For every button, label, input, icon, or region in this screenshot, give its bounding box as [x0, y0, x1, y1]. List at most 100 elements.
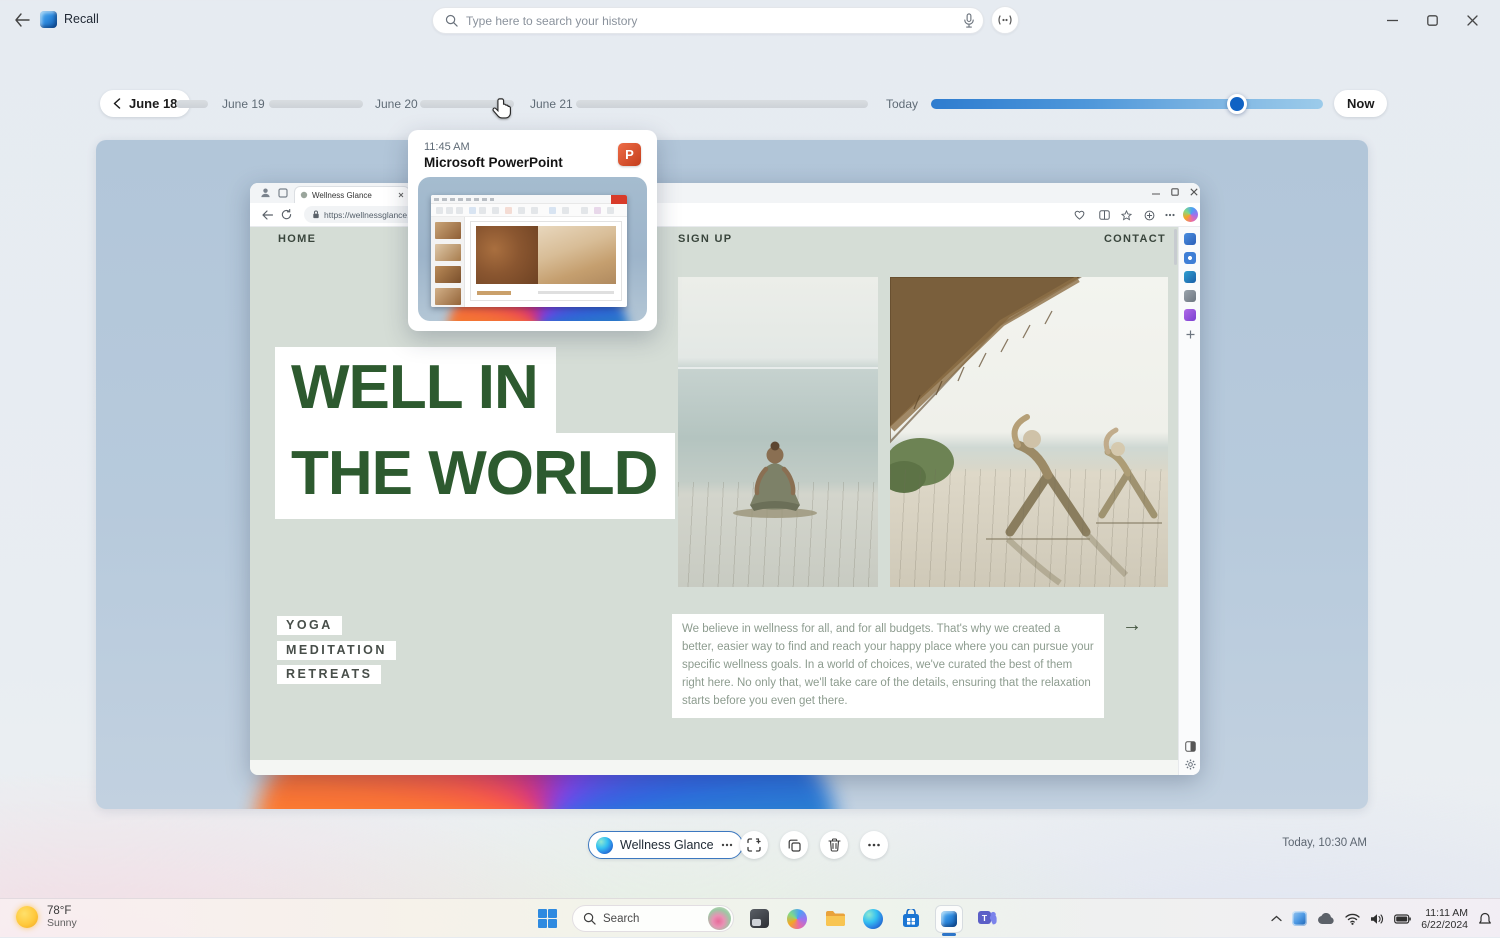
start-button[interactable]: [534, 906, 560, 932]
timeline-slider-thumb[interactable]: [1227, 94, 1247, 114]
preview-app-name: Microsoft PowerPoint: [424, 155, 563, 170]
sidebar-settings-gear-icon[interactable]: [1185, 759, 1196, 770]
battery-icon[interactable]: [1394, 913, 1412, 924]
timeline-scroll-button[interactable]: [991, 6, 1019, 34]
delete-button[interactable]: [820, 831, 848, 859]
close-button[interactable]: [1452, 0, 1492, 40]
preview-time: 11:45 AM: [424, 141, 470, 153]
source-app-label: Wellness Glance: [620, 838, 714, 852]
app-title: Recall: [64, 12, 99, 26]
microsoft-store-icon[interactable]: [898, 906, 924, 932]
file-explorer-icon[interactable]: [822, 906, 848, 932]
timeline-day-label[interactable]: June 21: [530, 97, 573, 111]
menu-link-yoga[interactable]: YOGA: [277, 616, 342, 635]
volume-icon[interactable]: [1370, 913, 1384, 925]
recall-taskbar-icon[interactable]: [936, 905, 962, 932]
history-search-bar[interactable]: [432, 7, 984, 34]
snapshot-timestamp: Today, 10:30 AM: [1282, 837, 1367, 849]
sun-icon: [16, 906, 38, 928]
notifications-bell-icon[interactable]: [1478, 912, 1492, 926]
search-highlight-image[interactable]: [708, 907, 731, 930]
browser-tab[interactable]: Wellness Glance: [294, 186, 410, 203]
nav-contact-link[interactable]: CONTACT: [1104, 233, 1166, 245]
weather-temp: 78°F: [47, 905, 72, 917]
page-scrollbar[interactable]: [1174, 229, 1177, 265]
taskbar-search-label: Search: [603, 912, 640, 925]
titlebar: Recall: [0, 0, 1500, 40]
recall-tray-icon[interactable]: [1292, 911, 1308, 926]
timeline-today-track[interactable]: [931, 99, 1323, 109]
browser-more-icon[interactable]: [1163, 208, 1177, 222]
nav-signup-link[interactable]: SIGN UP: [678, 233, 732, 245]
hero-heading-line1: WELL IN: [275, 347, 556, 433]
minimize-button[interactable]: [1372, 0, 1412, 40]
taskbar-search-box[interactable]: Search: [572, 905, 734, 932]
sidebar-drop-icon[interactable]: [1184, 290, 1196, 302]
powerpoint-icon: P: [618, 143, 641, 166]
mouse-cursor-hand: [490, 97, 515, 122]
window-controls: [1372, 0, 1492, 40]
sidebar-add-icon[interactable]: [1186, 330, 1195, 339]
task-view-button[interactable]: [746, 906, 772, 932]
tab-actions-icon[interactable]: [278, 188, 288, 198]
tray-chevron-up-icon[interactable]: [1271, 915, 1282, 922]
browser-minimize-icon[interactable]: [1152, 190, 1160, 198]
tab-title: Wellness Glance: [312, 190, 372, 200]
more-actions-button[interactable]: [860, 831, 888, 859]
favorites-star-icon[interactable]: [1119, 208, 1133, 222]
maximize-button[interactable]: [1412, 0, 1452, 40]
browser-refresh-icon[interactable]: [281, 209, 292, 220]
sidebar-shopping-icon[interactable]: [1184, 233, 1196, 245]
weather-widget[interactable]: 78°F Sunny: [10, 903, 83, 931]
sidebar-tools-icon[interactable]: [1184, 252, 1196, 264]
timeline-segment[interactable]: [576, 100, 868, 108]
taskbar: 78°F Sunny Search T 11:11 AM 6/22/2024: [0, 898, 1500, 937]
timeline-day-label[interactable]: June 20: [375, 97, 418, 111]
extensions-icon[interactable]: [1142, 208, 1156, 222]
split-screen-icon[interactable]: [1097, 208, 1111, 222]
profile-avatar-icon[interactable]: [260, 187, 271, 198]
wifi-icon[interactable]: [1345, 913, 1360, 925]
preview-thumbnail[interactable]: [418, 177, 647, 321]
search-icon: [583, 912, 596, 925]
search-input[interactable]: [466, 13, 963, 28]
timeline-now-button[interactable]: Now: [1334, 90, 1388, 117]
timeline-segment[interactable]: [176, 100, 208, 108]
search-icon: [445, 14, 458, 27]
timeline-day-label[interactable]: June 19: [222, 97, 265, 111]
sidebar-office-icon[interactable]: [1184, 271, 1196, 283]
edge-browser-window: Wellness Glance https://wellnessglance.c…: [250, 183, 1200, 775]
edge-taskbar-icon[interactable]: [860, 906, 886, 932]
copilot-taskbar-icon[interactable]: [784, 906, 810, 932]
sidebar-games-icon[interactable]: [1184, 309, 1196, 321]
timeline-today-label[interactable]: Today: [886, 97, 918, 111]
copilot-icon[interactable]: [1183, 207, 1198, 222]
visual-search-button[interactable]: [740, 831, 768, 859]
source-app-button[interactable]: Wellness Glance: [588, 831, 743, 859]
microphone-icon[interactable]: [963, 13, 975, 28]
menu-link-meditation[interactable]: MEDITATION: [277, 641, 396, 660]
clock-widget[interactable]: 11:11 AM 6/22/2024: [1421, 907, 1468, 931]
back-button[interactable]: [10, 9, 34, 31]
onedrive-cloud-icon[interactable]: [1317, 912, 1335, 925]
intro-paragraph: We believe in wellness for all, and for …: [672, 614, 1104, 718]
lock-icon: [313, 210, 319, 219]
photo-meditation: [678, 277, 878, 587]
browser-essentials-icon[interactable]: [1072, 208, 1086, 222]
tab-close-icon[interactable]: [398, 192, 404, 198]
copy-button[interactable]: [780, 831, 808, 859]
browser-back-icon[interactable]: [262, 210, 273, 220]
timeline-segment[interactable]: [269, 100, 363, 108]
snapshot-viewport[interactable]: Wellness Glance https://wellnessglance.c…: [96, 140, 1368, 809]
source-more-icon[interactable]: [721, 843, 733, 847]
nav-home-link[interactable]: HOME: [278, 233, 316, 245]
browser-maximize-icon[interactable]: [1171, 188, 1179, 196]
teams-icon[interactable]: T: [974, 906, 1000, 932]
site-favicon: [300, 191, 308, 199]
recall-app-icon: [40, 11, 57, 28]
arrow-right-icon[interactable]: →: [1122, 614, 1142, 637]
sidebar-panel-toggle-icon[interactable]: [1185, 741, 1196, 752]
menu-link-retreats[interactable]: RETREATS: [277, 665, 382, 684]
browser-close-icon[interactable]: [1190, 188, 1198, 196]
photo-yoga-class: [890, 277, 1168, 587]
